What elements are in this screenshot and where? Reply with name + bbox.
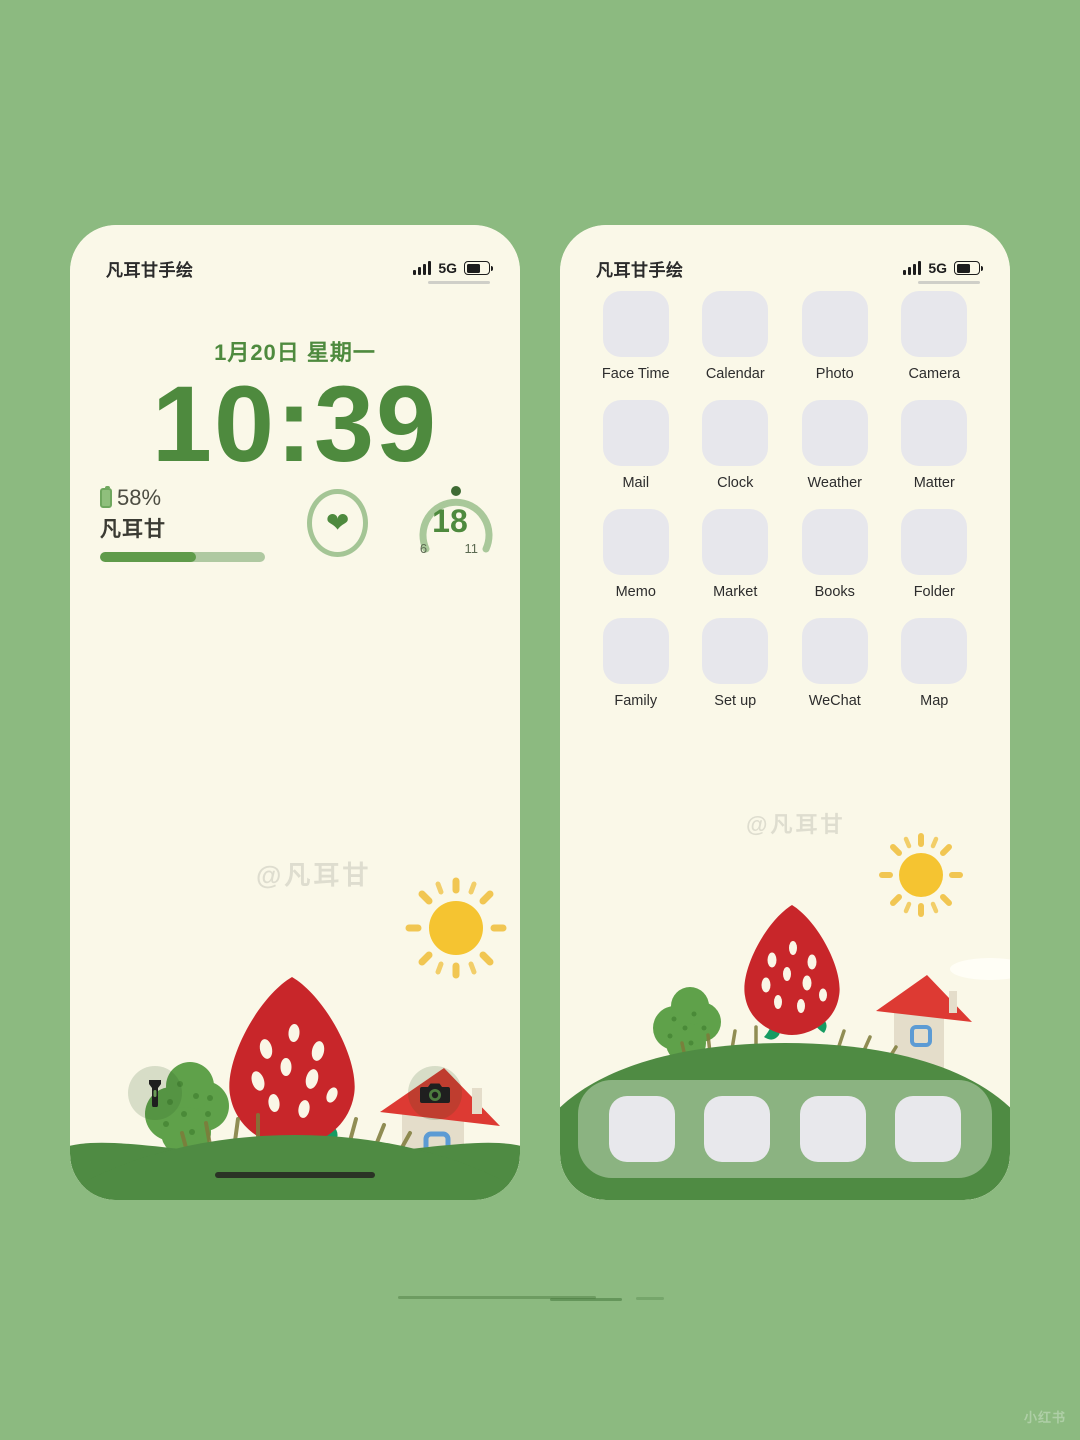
- app-label: Calendar: [705, 366, 765, 382]
- app-icon[interactable]: [801, 291, 868, 357]
- app-icon[interactable]: [602, 509, 669, 575]
- app-item-camera[interactable]: Camera: [885, 291, 985, 382]
- app-item-face-time[interactable]: Face Time: [586, 291, 686, 382]
- heart-icon: ❤: [325, 507, 350, 538]
- dock: [578, 1080, 992, 1178]
- app-grid: Face Time Calendar Photo Camera Mail Clo…: [560, 291, 1010, 709]
- app-icon[interactable]: [702, 509, 769, 575]
- status-brand-text: 凡耳甘手绘: [106, 260, 194, 280]
- app-label: Folder: [913, 584, 955, 600]
- app-item-photo[interactable]: Photo: [785, 291, 885, 382]
- app-item-mail[interactable]: Mail: [586, 400, 686, 491]
- battery-widget-percent: 58%: [117, 484, 162, 510]
- app-label: Face Time: [601, 366, 670, 382]
- app-label: Memo: [615, 584, 656, 600]
- app-item-clock[interactable]: Clock: [686, 400, 786, 491]
- app-label: Family: [614, 693, 658, 709]
- app-label: WeChat: [808, 693, 861, 709]
- dock-icon-1[interactable]: [608, 1096, 675, 1162]
- lock-clock-block: 1月20日 星期一 10:39: [70, 335, 520, 479]
- app-icon[interactable]: [602, 400, 669, 466]
- gauge-widget[interactable]: 18 6 11: [410, 483, 493, 563]
- status-brand-text-home: 凡耳甘手绘: [596, 260, 684, 280]
- status-bar-underline: [428, 281, 490, 284]
- app-item-folder[interactable]: Folder: [885, 509, 985, 600]
- battery-icon: [464, 261, 493, 275]
- app-label: Set up: [714, 693, 757, 709]
- lock-widgets-row: 58% 凡耳甘 ❤ 18 6 11: [70, 483, 520, 563]
- app-item-family[interactable]: Family: [586, 618, 686, 709]
- app-item-map[interactable]: Map: [885, 618, 985, 709]
- battery-widget-icon: [100, 485, 112, 508]
- lock-time: 10:39: [151, 363, 439, 484]
- app-icon[interactable]: [901, 618, 968, 684]
- gauge-min-label: 6: [419, 541, 428, 556]
- battery-icon: [954, 261, 983, 275]
- flashlight-button[interactable]: [128, 1066, 182, 1120]
- app-label: Photo: [815, 366, 854, 382]
- heart-widget[interactable]: ❤: [307, 489, 368, 557]
- app-icon[interactable]: [602, 618, 669, 684]
- home-indicator[interactable]: [215, 1172, 375, 1178]
- dock-icon-3[interactable]: [799, 1096, 866, 1162]
- app-item-weather[interactable]: Weather: [785, 400, 885, 491]
- camera-button[interactable]: [408, 1066, 462, 1120]
- app-label: Matter: [913, 475, 955, 491]
- home-status-bar: 凡耳甘手绘 5G: [560, 225, 1010, 287]
- battery-widget-name: 凡耳甘: [100, 517, 166, 541]
- camera-icon: [420, 1083, 450, 1103]
- app-item-books[interactable]: Books: [785, 509, 885, 600]
- app-label: Mail: [622, 475, 650, 491]
- app-label: Market: [713, 584, 758, 600]
- network-label-home: 5G: [928, 260, 947, 276]
- app-icon[interactable]: [901, 509, 968, 575]
- decor-line-3: [636, 1297, 664, 1300]
- app-label: Books: [814, 584, 855, 600]
- app-icon[interactable]: [702, 291, 769, 357]
- app-item-market[interactable]: Market: [686, 509, 786, 600]
- app-item-memo[interactable]: Memo: [586, 509, 686, 600]
- app-label: Clock: [717, 475, 754, 491]
- gauge-value: 18: [432, 503, 468, 539]
- app-label: Map: [920, 693, 949, 709]
- app-item-wechat[interactable]: WeChat: [785, 618, 885, 709]
- app-item-set-up[interactable]: Set up: [686, 618, 786, 709]
- app-icon[interactable]: [702, 618, 769, 684]
- gauge-max-label: 11: [464, 541, 479, 556]
- corner-watermark: 小红书: [1023, 1410, 1066, 1425]
- app-icon[interactable]: [901, 400, 968, 466]
- status-bar-underline-home: [918, 281, 980, 284]
- signal-bars-icon: [413, 261, 432, 275]
- lock-screen-phone: 凡耳甘手绘 5G 1月20日 星期一 10:39 58% 凡耳甘 ❤ 18 6 …: [70, 225, 520, 1200]
- network-label: 5G: [438, 260, 457, 276]
- battery-widget[interactable]: 58% 凡耳甘: [100, 484, 266, 562]
- decor-line-2: [550, 1298, 622, 1301]
- app-item-calendar[interactable]: Calendar: [686, 291, 786, 382]
- home-screen-phone: 凡耳甘手绘 5G Face Time Calendar Photo Camera…: [560, 225, 1010, 1200]
- app-icon[interactable]: [801, 400, 868, 466]
- signal-bars-icon: [903, 261, 922, 275]
- lock-status-bar: 凡耳甘手绘 5G: [70, 225, 520, 287]
- app-icon[interactable]: [901, 291, 968, 357]
- app-label: Weather: [807, 475, 863, 491]
- app-icon[interactable]: [702, 400, 769, 466]
- battery-widget-bar: [100, 551, 266, 562]
- dock-icon-2[interactable]: [704, 1096, 771, 1162]
- app-icon[interactable]: [602, 291, 669, 357]
- app-icon[interactable]: [801, 618, 868, 684]
- dock-icon-4[interactable]: [895, 1096, 962, 1162]
- app-item-matter[interactable]: Matter: [885, 400, 985, 491]
- app-label: Camera: [908, 366, 961, 382]
- flashlight-icon: [149, 1080, 161, 1107]
- app-icon[interactable]: [801, 509, 868, 575]
